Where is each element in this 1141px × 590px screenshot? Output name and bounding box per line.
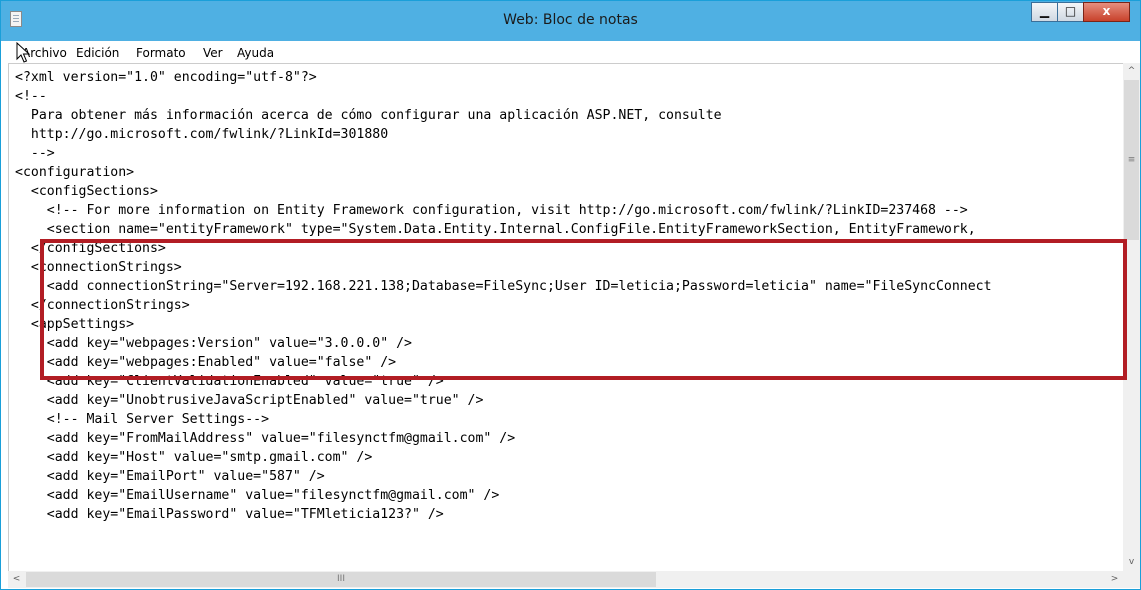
scroll-down-button[interactable]: v (1123, 554, 1140, 571)
code-line: </connectionStrings> (30, 298, 190, 313)
code-line: http://go.microsoft.com/fwlink/?LinkId=3… (30, 127, 389, 142)
scroll-left-button[interactable]: < (8, 571, 25, 588)
vertical-scroll-thumb[interactable]: ≡ (1124, 80, 1139, 240)
code-line: <?xml version="1.0" encoding="utf-8"?> (15, 70, 317, 85)
vertical-scrollbar[interactable]: ^ ≡ v (1123, 63, 1140, 571)
code-line: <section name="entityFramework" type="Sy… (46, 222, 976, 237)
horizontal-scroll-thumb[interactable]: III (26, 572, 656, 587)
code-line: <add key="ClientValidationEnabled" value… (46, 374, 444, 389)
text-editor[interactable]: <?xml version="1.0" encoding="utf-8"?> <… (8, 63, 1123, 571)
scroll-right-button[interactable]: > (1106, 571, 1123, 588)
code-line: <add key="webpages:Version" value="3.0.0… (46, 336, 412, 351)
title-bar[interactable]: Web: Bloc de notas ▁ □ x (1, 1, 1140, 41)
close-button[interactable]: x (1083, 2, 1130, 22)
scroll-up-button[interactable]: ^ (1123, 63, 1140, 80)
code-line: <!-- Mail Server Settings--> (46, 412, 270, 427)
code-line: --> (30, 146, 55, 161)
code-line: <!-- For more information on Entity Fram… (46, 203, 968, 218)
code-line: <add connectionString="Server=192.168.22… (46, 279, 992, 294)
mouse-pointer-icon (16, 42, 31, 63)
code-line: <add key="EmailUsername" value="filesync… (46, 488, 500, 503)
code-line: <add key="UnobtrusiveJavaScriptEnabled" … (46, 393, 484, 408)
code-line: <configSections> (30, 184, 158, 199)
file-content[interactable]: <?xml version="1.0" encoding="utf-8"?> <… (9, 64, 1123, 524)
code-line: <configuration> (15, 165, 135, 180)
minimize-button[interactable]: ▁ (1031, 2, 1058, 22)
window-title: Web: Bloc de notas (503, 12, 638, 28)
menu-edicion[interactable]: Edición (76, 46, 119, 60)
maximize-button[interactable]: □ (1057, 2, 1084, 22)
menu-bar: Archivo Edición Formato Ver Ayuda (1, 41, 1140, 63)
menu-formato[interactable]: Formato (136, 46, 186, 60)
code-line: </configSections> (30, 241, 166, 256)
horizontal-scrollbar[interactable]: < III > (8, 571, 1123, 588)
code-line: <add key="FromMailAddress" value="filesy… (46, 431, 516, 446)
code-line: <appSettings> (30, 317, 135, 332)
code-line: <add key="EmailPort" value="587" /> (46, 469, 325, 484)
menu-ver[interactable]: Ver (203, 46, 223, 60)
code-line: <add key="Host" value="smtp.gmail.com" /… (46, 450, 373, 465)
resize-grip[interactable] (1123, 571, 1140, 588)
code-line: Para obtener más información acerca de c… (30, 108, 722, 123)
code-line: <add key="EmailPassword" value="TFMletic… (46, 507, 444, 522)
code-line: <add key="webpages:Enabled" value="false… (46, 355, 397, 370)
menu-ayuda[interactable]: Ayuda (237, 46, 274, 60)
code-line: <!-- (15, 89, 47, 104)
code-line: <connectionStrings> (30, 260, 182, 275)
notepad-window: Web: Bloc de notas ▁ □ x Archivo Edición… (0, 0, 1141, 590)
